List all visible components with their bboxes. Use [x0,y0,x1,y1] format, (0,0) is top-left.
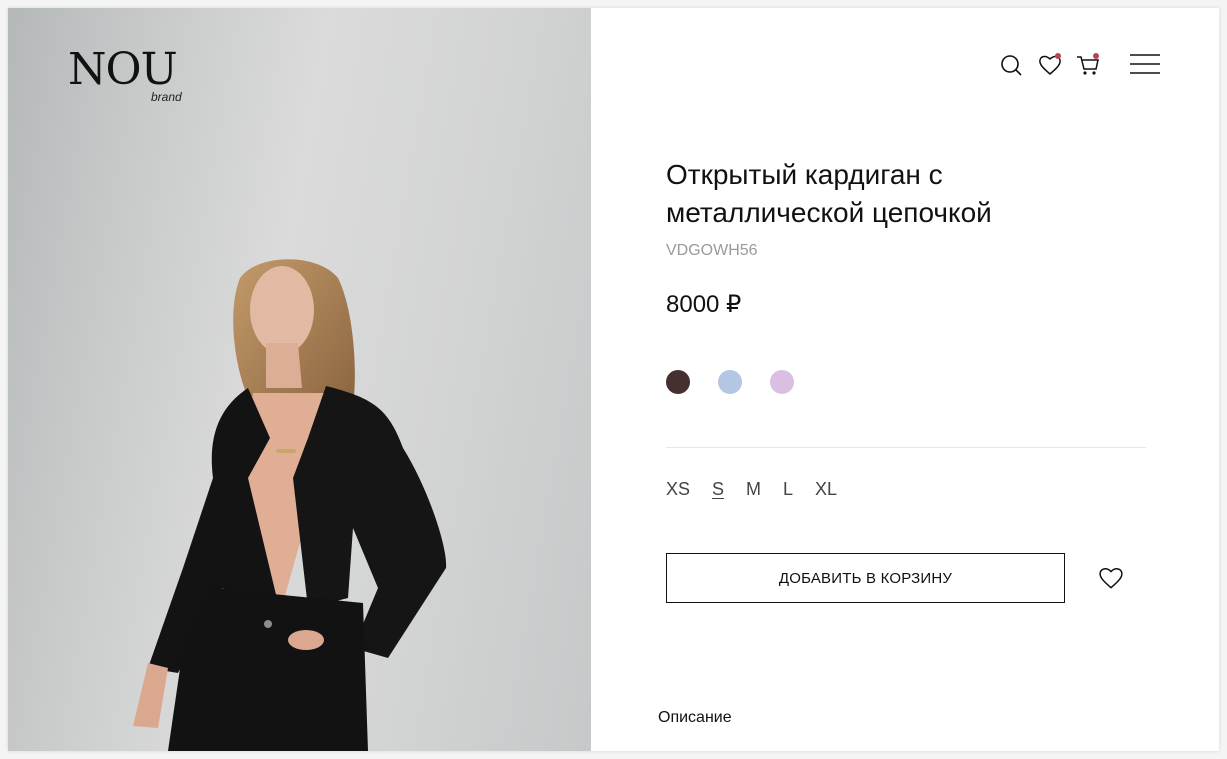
description-tab[interactable]: Описание [658,709,732,727]
size-selector: XS S M L XL [666,479,859,500]
color-swatch-lilac[interactable] [770,370,794,394]
size-option-l[interactable]: L [783,479,793,500]
size-option-xs[interactable]: XS [666,479,690,500]
product-title: Открытый кардиган с металлической цепочк… [666,159,992,228]
brand-logo-text: NOU [68,44,178,95]
brand-logo[interactable]: NOU brand [68,44,182,105]
wishlist-badge [1055,53,1061,59]
menu-icon[interactable] [1129,52,1161,78]
size-option-s[interactable]: S [712,479,724,500]
wishlist-icon[interactable] [1037,52,1063,78]
color-swatch-dark-brown[interactable] [666,370,690,394]
product-sku: VDGOWH56 [666,242,758,259]
page-frame: NOU brand Открытый кардиган с металличес… [8,8,1219,751]
divider [666,447,1146,448]
brand-logo-subtitle: brand [151,90,182,104]
size-option-m[interactable]: M [746,479,761,500]
add-to-wishlist-icon[interactable] [1097,564,1125,592]
cart-icon[interactable] [1075,52,1101,78]
header-icons [999,52,1113,78]
product-photo: NOU brand [8,8,591,751]
product-panel: Открытый кардиган с металлической цепочк… [591,8,1219,751]
color-swatch-light-blue[interactable] [718,370,742,394]
cart-badge [1093,53,1099,59]
color-swatches [666,370,822,394]
search-icon[interactable] [999,52,1025,78]
product-price: 8000 ₽ [666,291,742,318]
size-option-xl[interactable]: XL [815,479,837,500]
model-illustration [133,259,447,751]
add-to-cart-button[interactable]: ДОБАВИТЬ В КОРЗИНУ [666,553,1065,603]
